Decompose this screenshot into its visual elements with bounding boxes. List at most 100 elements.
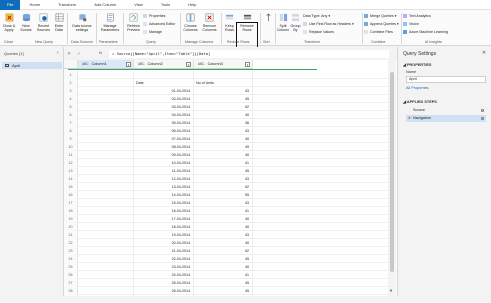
enter-data-button[interactable]: Enter Data — [53, 13, 65, 32]
cell[interactable]: 04-04-2014 — [134, 111, 194, 119]
cell[interactable] — [78, 143, 134, 151]
cell[interactable]: 45 — [194, 167, 253, 175]
cell[interactable]: 41 — [194, 207, 253, 215]
cell[interactable]: 08-04-2014 — [134, 143, 194, 151]
tab-tools[interactable]: Tools — [152, 0, 179, 10]
split-column-button[interactable]: Split Column — [277, 13, 289, 32]
gear-icon[interactable] — [481, 117, 484, 120]
cell[interactable]: 40 — [194, 151, 253, 159]
cell[interactable]: 43 — [194, 231, 253, 239]
properties-button[interactable]: Properties — [143, 14, 165, 18]
choose-columns-button[interactable]: Choose Columns — [182, 13, 199, 32]
cell[interactable]: 41 — [194, 271, 253, 279]
query-name-input[interactable]: April — [406, 76, 486, 83]
cell[interactable] — [78, 87, 134, 95]
cell[interactable] — [78, 71, 134, 79]
table-row[interactable]: 7 05-04-2014 36 — [64, 119, 397, 127]
table-row[interactable]: 17 15-04-2014 43 — [64, 199, 397, 207]
table-row[interactable]: 20 18-04-2014 40 — [64, 223, 397, 231]
cell[interactable] — [78, 119, 134, 127]
use-first-row-button[interactable]: Use First Row as Headers ▾ — [303, 22, 354, 26]
cell[interactable]: 40 — [194, 215, 253, 223]
cell[interactable]: 55 — [194, 191, 253, 199]
table-row[interactable]: 28 26-04-2014 45 — [64, 287, 397, 295]
cell[interactable] — [134, 71, 194, 79]
cell[interactable] — [78, 127, 134, 135]
cell[interactable] — [78, 151, 134, 159]
column-header-2[interactable]: ABC Column2 ▾ — [134, 60, 194, 69]
cell[interactable]: 36 — [194, 119, 253, 127]
cell[interactable] — [194, 71, 253, 79]
cell[interactable]: 20-04-2014 — [134, 239, 194, 247]
cell[interactable]: No of Units — [194, 79, 253, 87]
cell[interactable]: 40 — [194, 239, 253, 247]
commit-icon[interactable]: ✓ — [74, 51, 84, 57]
cell[interactable]: 16-04-2014 — [134, 207, 194, 215]
cell[interactable]: 11-04-2014 — [134, 167, 194, 175]
cell[interactable]: 52 — [194, 103, 253, 111]
cell[interactable] — [78, 207, 134, 215]
azure-ml-button[interactable]: Azure Machine Learning — [403, 30, 448, 34]
merge-queries-button[interactable]: Merge Queries ▾ — [364, 14, 397, 18]
column-filter-icon[interactable]: ▾ — [186, 62, 191, 67]
cell[interactable]: 17-04-2014 — [134, 215, 194, 223]
close-apply-button[interactable]: Close & Apply — [2, 13, 16, 32]
table-row[interactable]: 27 25-04-2014 45 — [64, 279, 397, 287]
remove-columns-button[interactable]: Remove Columns — [201, 13, 218, 32]
cell[interactable] — [78, 263, 134, 271]
table-row[interactable]: 21 19-04-2014 43 — [64, 231, 397, 239]
cell[interactable]: 26-04-2014 — [134, 287, 194, 295]
scroll-down-icon[interactable]: ▼ — [389, 288, 393, 293]
cell[interactable]: 43 — [194, 199, 253, 207]
cell[interactable] — [78, 175, 134, 183]
table-row[interactable]: 25 23-04-2014 40 — [64, 263, 397, 271]
refresh-preview-button[interactable]: Refresh Preview — [126, 13, 141, 32]
tab-help[interactable]: Help — [179, 0, 205, 10]
cell[interactable]: 23-04-2014 — [134, 263, 194, 271]
cell[interactable]: 52 — [194, 183, 253, 191]
table-row[interactable]: 3 01-04-2014 43 — [64, 87, 397, 95]
table-row[interactable]: 16 14-04-2014 55 — [64, 191, 397, 199]
manage-parameters-button[interactable]: Manage Parameters — [99, 13, 121, 32]
data-source-settings-button[interactable]: Data source settings — [70, 13, 94, 32]
tab-home[interactable]: Home — [20, 0, 49, 10]
table-row[interactable]: 13 11-04-2014 45 — [64, 167, 397, 175]
cell[interactable]: 07-04-2014 — [134, 135, 194, 143]
gear-icon[interactable] — [481, 109, 484, 112]
tab-transform[interactable]: Transform — [49, 0, 85, 10]
table-row[interactable]: 2 Date No of Units — [64, 79, 397, 87]
cell[interactable] — [78, 79, 134, 87]
cell[interactable]: 45 — [194, 279, 253, 287]
cell[interactable]: 05-04-2014 — [134, 119, 194, 127]
table-row[interactable]: 11 09-04-2014 40 — [64, 151, 397, 159]
cell[interactable]: 01-04-2014 — [134, 87, 194, 95]
cell[interactable]: 40 — [194, 111, 253, 119]
cell[interactable]: 10-04-2014 — [134, 159, 194, 167]
formula-input[interactable]: = Source{[Name="April",Item="Table"]}[Da… — [109, 50, 389, 58]
sort-ascending-button[interactable] — [263, 13, 273, 24]
table-row[interactable]: 12 10-04-2014 41 — [64, 159, 397, 167]
cell[interactable]: 13-04-2014 — [134, 183, 194, 191]
cell[interactable] — [78, 183, 134, 191]
table-row[interactable]: 24 22-04-2014 45 — [64, 255, 397, 263]
cell[interactable]: 06-04-2014 — [134, 127, 194, 135]
cell[interactable] — [78, 135, 134, 143]
cell[interactable]: 43 — [194, 175, 253, 183]
advanced-editor-button[interactable]: Advanced Editor — [143, 22, 175, 26]
append-queries-button[interactable]: Append Queries ▾ — [364, 22, 399, 26]
table-row[interactable]: 8 06-04-2014 43 — [64, 127, 397, 135]
recent-sources-button[interactable]: Recent Sources — [36, 13, 51, 32]
keep-rows-button[interactable]: Keep Rows — [223, 13, 236, 32]
table-row[interactable]: 9 07-04-2014 40 — [64, 135, 397, 143]
table-row[interactable]: 18 16-04-2014 41 — [64, 207, 397, 215]
delete-step-icon[interactable]: ✕ — [408, 115, 411, 122]
cell[interactable]: 45 — [194, 95, 253, 103]
tab-add-column[interactable]: Add Column — [85, 0, 125, 10]
cell[interactable]: 24-04-2014 — [134, 271, 194, 279]
cell[interactable]: 43 — [194, 87, 253, 95]
cell[interactable] — [78, 95, 134, 103]
cell[interactable]: 21-04-2014 — [134, 247, 194, 255]
cell[interactable] — [78, 167, 134, 175]
cancel-icon[interactable]: ✕ — [64, 51, 74, 57]
cell[interactable]: 49 — [194, 143, 253, 151]
